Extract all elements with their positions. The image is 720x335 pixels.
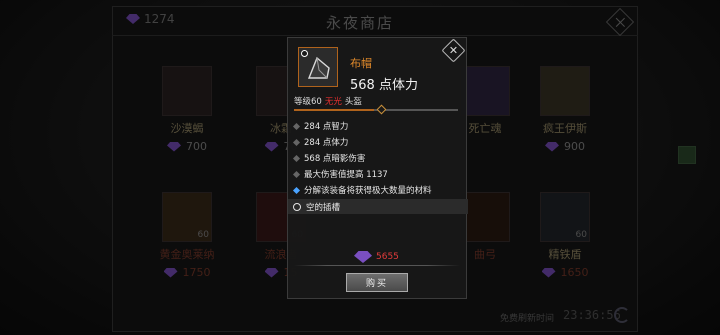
bullet-icon [292,154,301,162]
empty-socket-icon [293,203,301,211]
price-display: 5655 [354,251,399,263]
attribute-row: 568 点暗影伤害 [292,152,365,164]
attribute-row: 最大伤害值提高 1137 [292,168,388,180]
buy-button[interactable]: 购买 [346,273,408,292]
header-divider [294,104,458,115]
close-icon: ✕ [448,44,459,57]
bullet-icon [292,122,301,130]
diamond-ornament-icon [376,104,387,115]
attribute-row: 284 点智力 [292,120,348,132]
bullet-icon [292,138,301,146]
socket-row: 空的插槽 [293,201,340,213]
item-detail-panel: ✕ 布帽 568 点体力 等级60 无光 头盔 284 点智力 284 点体力 … [287,37,468,299]
bullet-icon [292,186,301,194]
special-attribute-row: 分解该装备将获得极大数量的材料 [292,184,432,196]
item-slot: 头盔 [344,97,362,107]
price-value: 5655 [376,252,399,262]
attribute-row: 284 点体力 [292,136,348,148]
item-meta: 等级60 无光 头盔 [294,95,362,107]
item-name: 布帽 [350,57,372,70]
item-headline-stat: 568 点体力 [350,78,418,93]
item-level: 等级60 [294,97,322,107]
gem-icon [354,251,372,263]
price-divider [294,265,460,266]
cloth-hat-icon [307,56,330,79]
close-button[interactable]: ✕ [441,38,466,63]
item-quality: 无光 [324,97,342,107]
bullet-icon [292,170,301,178]
item-icon-frame [298,47,338,87]
